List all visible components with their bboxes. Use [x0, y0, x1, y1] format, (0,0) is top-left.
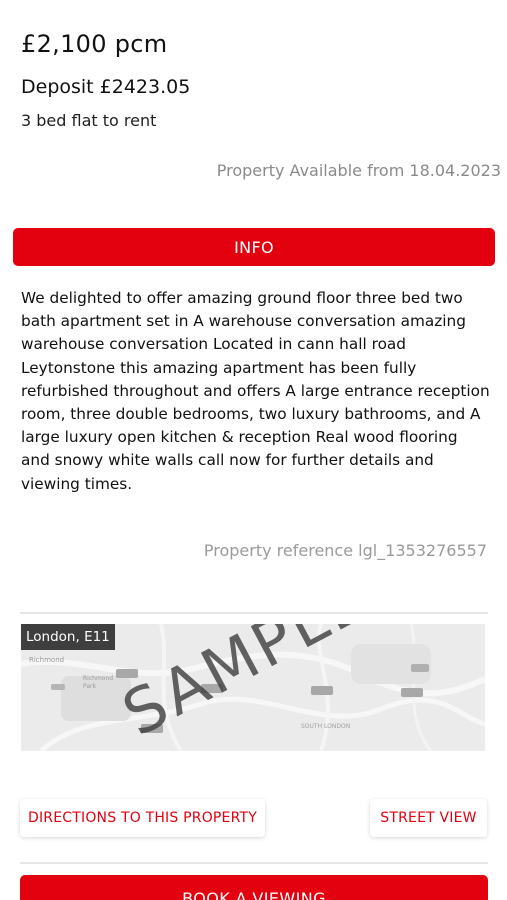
- property-reference: Property reference lgl_1353276557: [203, 541, 487, 560]
- divider: [20, 612, 488, 614]
- deposit-amount: Deposit £2423.05: [21, 76, 191, 98]
- directions-button[interactable]: DIRECTIONS TO THIS PROPERTY: [20, 799, 265, 837]
- location-map[interactable]: Richmond Richmond Park SOUTH LONDON Lond…: [21, 624, 485, 751]
- property-type: 3 bed flat to rent: [21, 111, 157, 130]
- availability-date: Property Available from 18.04.2023: [216, 161, 501, 180]
- property-description: We delighted to offer amazing ground flo…: [21, 289, 490, 493]
- svg-text:Richmond: Richmond: [83, 675, 113, 682]
- street-view-button[interactable]: STREET VIEW: [370, 799, 487, 837]
- divider: [20, 862, 488, 864]
- rent-price: £2,100 pcm: [21, 30, 168, 58]
- info-tab[interactable]: INFO: [13, 228, 495, 266]
- svg-text:Park: Park: [83, 683, 96, 690]
- property-listing-page: £2,100 pcm Deposit £2423.05 3 bed flat t…: [0, 0, 507, 900]
- svg-text:Richmond: Richmond: [29, 656, 64, 664]
- book-viewing-button[interactable]: BOOK A VIEWING: [20, 875, 488, 900]
- map-location-label: London, E11: [21, 624, 115, 650]
- svg-text:SOUTH LONDON: SOUTH LONDON: [301, 723, 350, 730]
